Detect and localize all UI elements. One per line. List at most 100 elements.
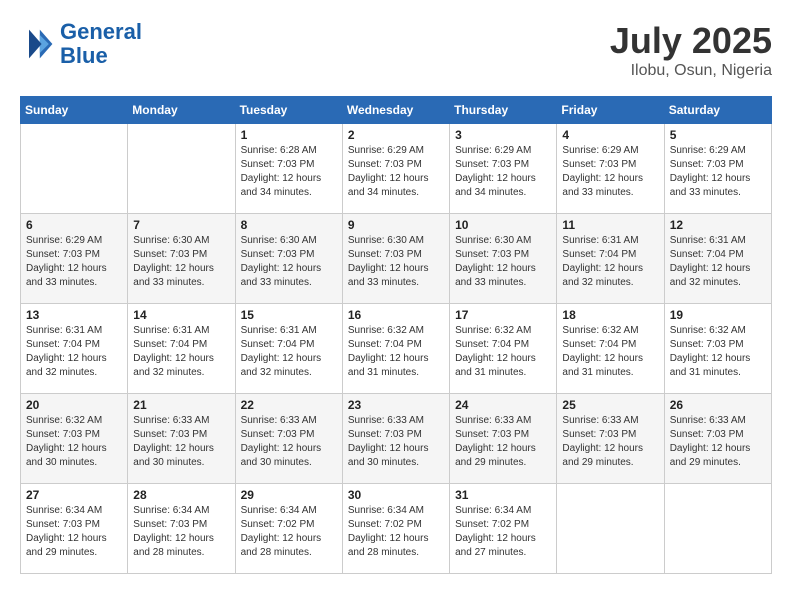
calendar-header: SundayMondayTuesdayWednesdayThursdayFrid… [21, 97, 772, 124]
day-number: 28 [133, 488, 229, 502]
day-info: Sunrise: 6:29 AM Sunset: 7:03 PM Dayligh… [26, 234, 122, 290]
day-info: Sunrise: 6:34 AM Sunset: 7:02 PM Dayligh… [455, 504, 551, 560]
calendar-week-2: 6 Sunrise: 6:29 AM Sunset: 7:03 PM Daylig… [21, 214, 772, 304]
day-info: Sunrise: 6:30 AM Sunset: 7:03 PM Dayligh… [241, 234, 337, 290]
day-number: 26 [670, 398, 766, 412]
day-info: Sunrise: 6:34 AM Sunset: 7:03 PM Dayligh… [26, 504, 122, 560]
calendar-cell: 17 Sunrise: 6:32 AM Sunset: 7:04 PM Dayli… [450, 304, 557, 394]
day-info: Sunrise: 6:31 AM Sunset: 7:04 PM Dayligh… [133, 324, 229, 380]
calendar-cell: 25Sunrise: 6:33 AM Sunset: 7:03 PM Dayli… [557, 394, 664, 484]
page-header: General Blue July 2025 Ilobu, Osun, Nige… [20, 20, 772, 80]
calendar-cell: 14 Sunrise: 6:31 AM Sunset: 7:04 PM Dayli… [128, 304, 235, 394]
weekday-header-saturday: Saturday [664, 97, 771, 124]
day-number: 31 [455, 488, 551, 502]
day-number: 21 [133, 398, 229, 412]
day-number: 3 [455, 128, 551, 142]
calendar-cell: 5 Sunrise: 6:29 AM Sunset: 7:03 PM Daylig… [664, 124, 771, 214]
calendar-cell: 4Sunrise: 6:29 AM Sunset: 7:03 PM Daylig… [557, 124, 664, 214]
month-year: July 2025 [610, 20, 772, 62]
day-number: 1 [241, 128, 337, 142]
logo-icon [20, 26, 56, 62]
logo-line2: Blue [60, 44, 142, 68]
calendar-cell: 11 Sunrise: 6:31 AM Sunset: 7:04 PM Dayli… [557, 214, 664, 304]
calendar-cell: 6 Sunrise: 6:29 AM Sunset: 7:03 PM Daylig… [21, 214, 128, 304]
calendar-cell: 30Sunrise: 6:34 AM Sunset: 7:02 PM Dayli… [342, 484, 449, 574]
day-number: 6 [26, 218, 122, 232]
day-info: Sunrise: 6:28 AM Sunset: 7:03 PM Dayligh… [241, 144, 337, 200]
day-info: Sunrise: 6:33 AM Sunset: 7:03 PM Dayligh… [133, 414, 229, 470]
weekday-header-friday: Friday [557, 97, 664, 124]
day-number: 23 [348, 398, 444, 412]
day-info: Sunrise: 6:31 AM Sunset: 7:04 PM Dayligh… [562, 234, 658, 290]
day-number: 4 [562, 128, 658, 142]
calendar-cell: 19 Sunrise: 6:32 AM Sunset: 7:03 PM Dayli… [664, 304, 771, 394]
calendar-cell [664, 484, 771, 574]
day-number: 20 [26, 398, 122, 412]
calendar-cell: 29Sunrise: 6:34 AM Sunset: 7:02 PM Dayli… [235, 484, 342, 574]
day-info: Sunrise: 6:30 AM Sunset: 7:03 PM Dayligh… [348, 234, 444, 290]
title-block: July 2025 Ilobu, Osun, Nigeria [610, 20, 772, 80]
day-info: Sunrise: 6:32 AM Sunset: 7:04 PM Dayligh… [455, 324, 551, 380]
calendar-cell: 24 Sunrise: 6:33 AM Sunset: 7:03 PM Dayli… [450, 394, 557, 484]
day-number: 7 [133, 218, 229, 232]
calendar-cell: 8 Sunrise: 6:30 AM Sunset: 7:03 PM Daylig… [235, 214, 342, 304]
day-info: Sunrise: 6:32 AM Sunset: 7:04 PM Dayligh… [562, 324, 658, 380]
calendar-cell: 20 Sunrise: 6:32 AM Sunset: 7:03 PM Dayli… [21, 394, 128, 484]
day-info: Sunrise: 6:33 AM Sunset: 7:03 PM Dayligh… [455, 414, 551, 470]
calendar-cell: 9 Sunrise: 6:30 AM Sunset: 7:03 PM Daylig… [342, 214, 449, 304]
day-number: 14 [133, 308, 229, 322]
calendar-week-3: 13Sunrise: 6:31 AM Sunset: 7:04 PM Dayli… [21, 304, 772, 394]
logo-text: General Blue [60, 20, 142, 68]
calendar-week-5: 27 Sunrise: 6:34 AM Sunset: 7:03 PM Dayli… [21, 484, 772, 574]
day-info: Sunrise: 6:29 AM Sunset: 7:03 PM Dayligh… [455, 144, 551, 200]
calendar-cell: 22 Sunrise: 6:33 AM Sunset: 7:03 PM Dayli… [235, 394, 342, 484]
day-number: 9 [348, 218, 444, 232]
day-number: 12 [670, 218, 766, 232]
day-number: 18 [562, 308, 658, 322]
logo-line1: General [60, 20, 142, 44]
calendar-cell: 2Sunrise: 6:29 AM Sunset: 7:03 PM Daylig… [342, 124, 449, 214]
day-number: 17 [455, 308, 551, 322]
weekday-header-thursday: Thursday [450, 97, 557, 124]
day-info: Sunrise: 6:34 AM Sunset: 7:02 PM Dayligh… [348, 504, 444, 560]
calendar-cell: 16Sunrise: 6:32 AM Sunset: 7:04 PM Dayli… [342, 304, 449, 394]
weekday-header-monday: Monday [128, 97, 235, 124]
calendar-week-4: 20 Sunrise: 6:32 AM Sunset: 7:03 PM Dayli… [21, 394, 772, 484]
day-info: Sunrise: 6:29 AM Sunset: 7:03 PM Dayligh… [670, 144, 766, 200]
day-number: 5 [670, 128, 766, 142]
day-info: Sunrise: 6:30 AM Sunset: 7:03 PM Dayligh… [455, 234, 551, 290]
calendar-cell: 15Sunrise: 6:31 AM Sunset: 7:04 PM Dayli… [235, 304, 342, 394]
day-info: Sunrise: 6:32 AM Sunset: 7:03 PM Dayligh… [670, 324, 766, 380]
day-info: Sunrise: 6:30 AM Sunset: 7:03 PM Dayligh… [133, 234, 229, 290]
day-number: 19 [670, 308, 766, 322]
calendar-cell: 28Sunrise: 6:34 AM Sunset: 7:03 PM Dayli… [128, 484, 235, 574]
day-number: 11 [562, 218, 658, 232]
calendar-cell: 1 Sunrise: 6:28 AM Sunset: 7:03 PM Daylig… [235, 124, 342, 214]
day-number: 24 [455, 398, 551, 412]
calendar-table: SundayMondayTuesdayWednesdayThursdayFrid… [20, 96, 772, 574]
calendar-cell: 3 Sunrise: 6:29 AM Sunset: 7:03 PM Daylig… [450, 124, 557, 214]
calendar-cell: 23 Sunrise: 6:33 AM Sunset: 7:03 PM Dayli… [342, 394, 449, 484]
day-number: 2 [348, 128, 444, 142]
logo: General Blue [20, 20, 142, 68]
calendar-body: 1 Sunrise: 6:28 AM Sunset: 7:03 PM Daylig… [21, 124, 772, 574]
day-info: Sunrise: 6:33 AM Sunset: 7:03 PM Dayligh… [348, 414, 444, 470]
weekday-header-row: SundayMondayTuesdayWednesdayThursdayFrid… [21, 97, 772, 124]
weekday-header-wednesday: Wednesday [342, 97, 449, 124]
day-info: Sunrise: 6:33 AM Sunset: 7:03 PM Dayligh… [562, 414, 658, 470]
day-number: 27 [26, 488, 122, 502]
day-info: Sunrise: 6:31 AM Sunset: 7:04 PM Dayligh… [26, 324, 122, 380]
day-info: Sunrise: 6:32 AM Sunset: 7:03 PM Dayligh… [26, 414, 122, 470]
calendar-cell: 12Sunrise: 6:31 AM Sunset: 7:04 PM Dayli… [664, 214, 771, 304]
day-info: Sunrise: 6:32 AM Sunset: 7:04 PM Dayligh… [348, 324, 444, 380]
day-number: 8 [241, 218, 337, 232]
calendar-week-1: 1 Sunrise: 6:28 AM Sunset: 7:03 PM Daylig… [21, 124, 772, 214]
weekday-header-tuesday: Tuesday [235, 97, 342, 124]
calendar-cell: 13Sunrise: 6:31 AM Sunset: 7:04 PM Dayli… [21, 304, 128, 394]
calendar-cell: 7 Sunrise: 6:30 AM Sunset: 7:03 PM Daylig… [128, 214, 235, 304]
calendar-cell: 31 Sunrise: 6:34 AM Sunset: 7:02 PM Dayli… [450, 484, 557, 574]
calendar-cell: 26Sunrise: 6:33 AM Sunset: 7:03 PM Dayli… [664, 394, 771, 484]
day-info: Sunrise: 6:33 AM Sunset: 7:03 PM Dayligh… [241, 414, 337, 470]
calendar-cell: 21 Sunrise: 6:33 AM Sunset: 7:03 PM Dayli… [128, 394, 235, 484]
day-number: 22 [241, 398, 337, 412]
